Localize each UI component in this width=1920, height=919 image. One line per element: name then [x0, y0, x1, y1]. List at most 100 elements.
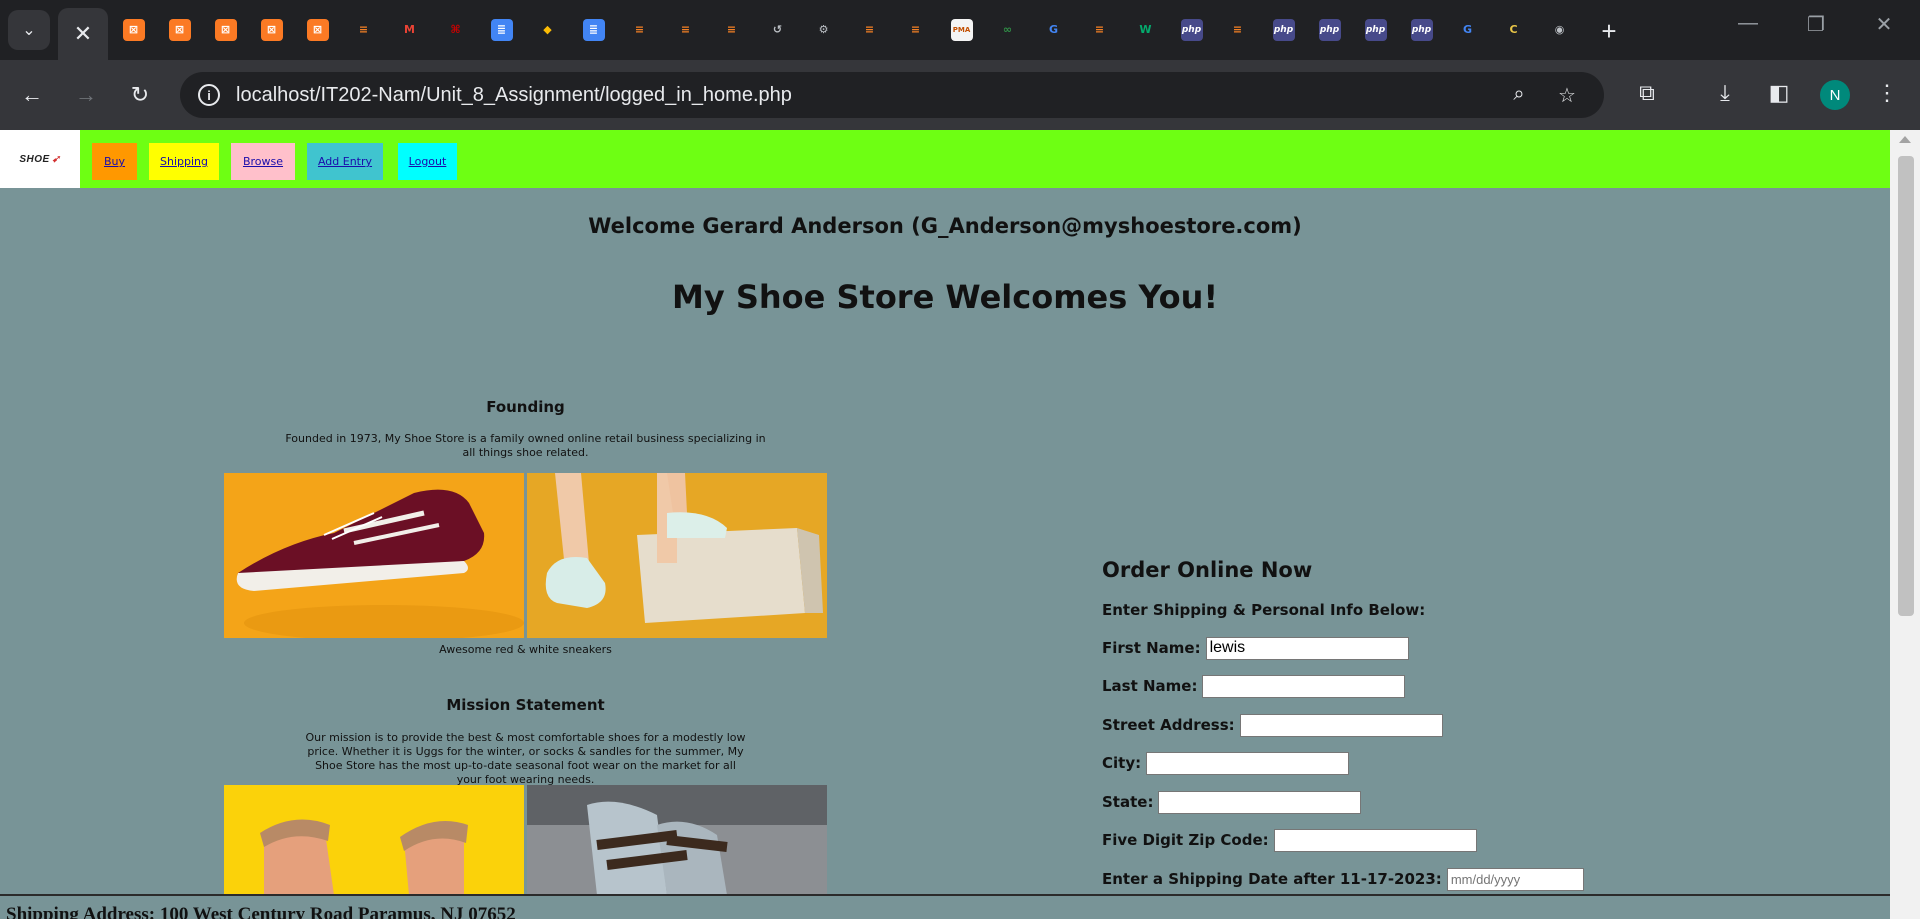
- php-tab-icon: php: [1272, 18, 1295, 41]
- tab-item[interactable]: G: [1038, 14, 1069, 45]
- nav-link-logout[interactable]: Logout: [398, 143, 457, 180]
- scroll-up-arrow-icon[interactable]: [1899, 136, 1911, 143]
- xampp-tab-icon: ⊠: [122, 18, 145, 41]
- page-viewport: SHOE ➹ Buy Shipping Browse Add Entry Logo…: [0, 130, 1920, 919]
- nav-link-browse[interactable]: Browse: [231, 143, 295, 180]
- first-name-input[interactable]: [1205, 636, 1409, 660]
- tab-item[interactable]: ≡: [1084, 14, 1115, 45]
- tab-item[interactable]: PMA: [946, 14, 977, 45]
- scrollbar-thumb[interactable]: [1898, 156, 1914, 616]
- extensions-icon[interactable]: ⧉: [1632, 80, 1662, 106]
- tab-item[interactable]: ≡: [670, 14, 701, 45]
- tab-item[interactable]: ≡: [716, 14, 747, 45]
- tab-item[interactable]: ≡: [1222, 14, 1253, 45]
- tab-item[interactable]: ⊠: [302, 14, 333, 45]
- address-bar[interactable]: i localhost/IT202-Nam/Unit_8_Assignment/…: [180, 72, 1604, 118]
- tab-item[interactable]: ≡: [854, 14, 885, 45]
- forward-arrow-icon[interactable]: →: [68, 77, 104, 113]
- tab-item[interactable]: M: [394, 14, 425, 45]
- founding-text: Founded in 1973, My Shoe Store is a fami…: [285, 432, 766, 459]
- stackoverflow-tab-icon: ≡: [910, 23, 921, 36]
- tab-item[interactable]: W: [1130, 14, 1161, 45]
- tab-item[interactable]: ↺: [762, 14, 793, 45]
- url-text[interactable]: localhost/IT202-Nam/Unit_8_Assignment/lo…: [236, 84, 792, 107]
- reload-icon[interactable]: ↻: [122, 77, 158, 113]
- chrome-tab-icon: ◉: [1554, 23, 1565, 36]
- xampp-tab-icon: ⊠: [214, 18, 237, 41]
- tab-item[interactable]: ≣: [486, 14, 517, 45]
- geeksforgeeks-tab-icon: ∞: [1002, 23, 1013, 36]
- tab-item[interactable]: ◉: [1544, 14, 1575, 45]
- founding-caption: Awesome red & white sneakers: [439, 643, 612, 656]
- menu-kebab-icon[interactable]: ⋮: [1872, 80, 1902, 106]
- php-tab-icon: php: [1364, 18, 1387, 41]
- tab-item[interactable]: php: [1176, 14, 1207, 45]
- tab-item[interactable]: ⊠: [256, 14, 287, 45]
- chevron-down-icon: ⌄: [22, 22, 36, 39]
- tab-item[interactable]: ≡: [348, 14, 379, 45]
- sandals-image: [527, 785, 827, 895]
- tab-item[interactable]: ⌘: [440, 14, 471, 45]
- stackoverflow-tab-icon: ≡: [864, 23, 875, 36]
- restore-icon[interactable]: ❐: [1796, 12, 1836, 37]
- browser-toolbar: ← → ↻ i localhost/IT202-Nam/Unit_8_Assig…: [0, 60, 1920, 130]
- tab-item[interactable]: ⚙: [808, 14, 839, 45]
- shipping-date-input[interactable]: [1446, 867, 1584, 891]
- tab-item[interactable]: ⊠: [210, 14, 241, 45]
- nav-link-buy[interactable]: Buy: [92, 143, 137, 180]
- tab-item[interactable]: G: [1452, 14, 1483, 45]
- side-panel-icon[interactable]: ◧: [1764, 80, 1794, 106]
- order-title: Order Online Now: [1102, 558, 1313, 582]
- tab-item[interactable]: C: [1498, 14, 1529, 45]
- street-address-input[interactable]: [1239, 713, 1443, 737]
- stackoverflow-tab-icon: ≡: [726, 23, 737, 36]
- tab-item[interactable]: php: [1360, 14, 1391, 45]
- xampp-tab-icon: ⊠: [168, 18, 191, 41]
- tab-item[interactable]: php: [1268, 14, 1299, 45]
- profile-avatar[interactable]: N: [1820, 80, 1850, 110]
- nav-link-add-entry[interactable]: Add Entry: [307, 143, 383, 180]
- active-tab[interactable]: ✕: [58, 8, 108, 60]
- minimize-icon[interactable]: —: [1728, 12, 1768, 35]
- stackoverflow-tab-icon: ≡: [634, 23, 645, 36]
- tab-search-button[interactable]: ⌄: [8, 10, 50, 50]
- tab-item[interactable]: ≣: [578, 14, 609, 45]
- tab-item[interactable]: ≡: [624, 14, 655, 45]
- tab-item[interactable]: ≡: [900, 14, 931, 45]
- close-window-icon[interactable]: ✕: [1864, 12, 1904, 37]
- close-tab-icon[interactable]: ✕: [74, 21, 92, 47]
- zoom-icon[interactable]: ⌕: [1506, 83, 1532, 106]
- download-icon[interactable]: ⤓: [1710, 80, 1740, 106]
- site-info-icon[interactable]: i: [198, 84, 220, 106]
- tab-item[interactable]: ∞: [992, 14, 1023, 45]
- welcome-message: Welcome Gerard Anderson (G_Anderson@mysh…: [588, 214, 1302, 238]
- tab-item[interactable]: php: [1406, 14, 1437, 45]
- zip-code-label: Five Digit Zip Code:: [1102, 831, 1269, 849]
- shipping-date-row: Enter a Shipping Date after 11-17-2023:: [1102, 867, 1584, 891]
- street-address-label: Street Address:: [1102, 716, 1235, 734]
- php-tab-icon: php: [1180, 18, 1203, 41]
- bookmark-star-icon[interactable]: ☆: [1554, 83, 1580, 108]
- city-input[interactable]: [1146, 751, 1350, 775]
- founding-title: Founding: [486, 398, 565, 416]
- stackoverflow-tab-icon: ≡: [1232, 23, 1243, 36]
- tab-item[interactable]: php: [1314, 14, 1345, 45]
- street-address-row: Street Address:: [1102, 713, 1443, 737]
- back-arrow-icon[interactable]: ←: [14, 77, 50, 113]
- tab-item[interactable]: ⊠: [118, 14, 149, 45]
- page-headline: My Shoe Store Welcomes You!: [671, 278, 1219, 316]
- last-name-row: Last Name:: [1102, 674, 1406, 698]
- new-tab-button[interactable]: +: [1592, 14, 1626, 48]
- tab-item[interactable]: ◆: [532, 14, 563, 45]
- last-name-input[interactable]: [1202, 674, 1406, 698]
- nav-link-shipping[interactable]: Shipping: [149, 143, 219, 180]
- google-docs-tab-icon: ≣: [490, 18, 513, 41]
- state-input[interactable]: [1158, 790, 1362, 814]
- tab-item[interactable]: ⊠: [164, 14, 195, 45]
- xampp-tab-icon: ⊠: [306, 18, 329, 41]
- page-scrollbar[interactable]: [1890, 130, 1920, 919]
- php-tab-icon: php: [1410, 18, 1433, 41]
- google-tab-icon: G: [1462, 23, 1473, 36]
- tab-strip: ⌄ ✕ ⊠ ⊠ ⊠ ⊠ ⊠ ≡ M ⌘ ≣ ◆ ≣ ≡ ≡ ≡ ↺ ⚙ ≡ ≡ PMA ∞ G ≡ Wphp ≡ php php p…: [0, 0, 1920, 60]
- zip-code-input[interactable]: [1273, 828, 1477, 852]
